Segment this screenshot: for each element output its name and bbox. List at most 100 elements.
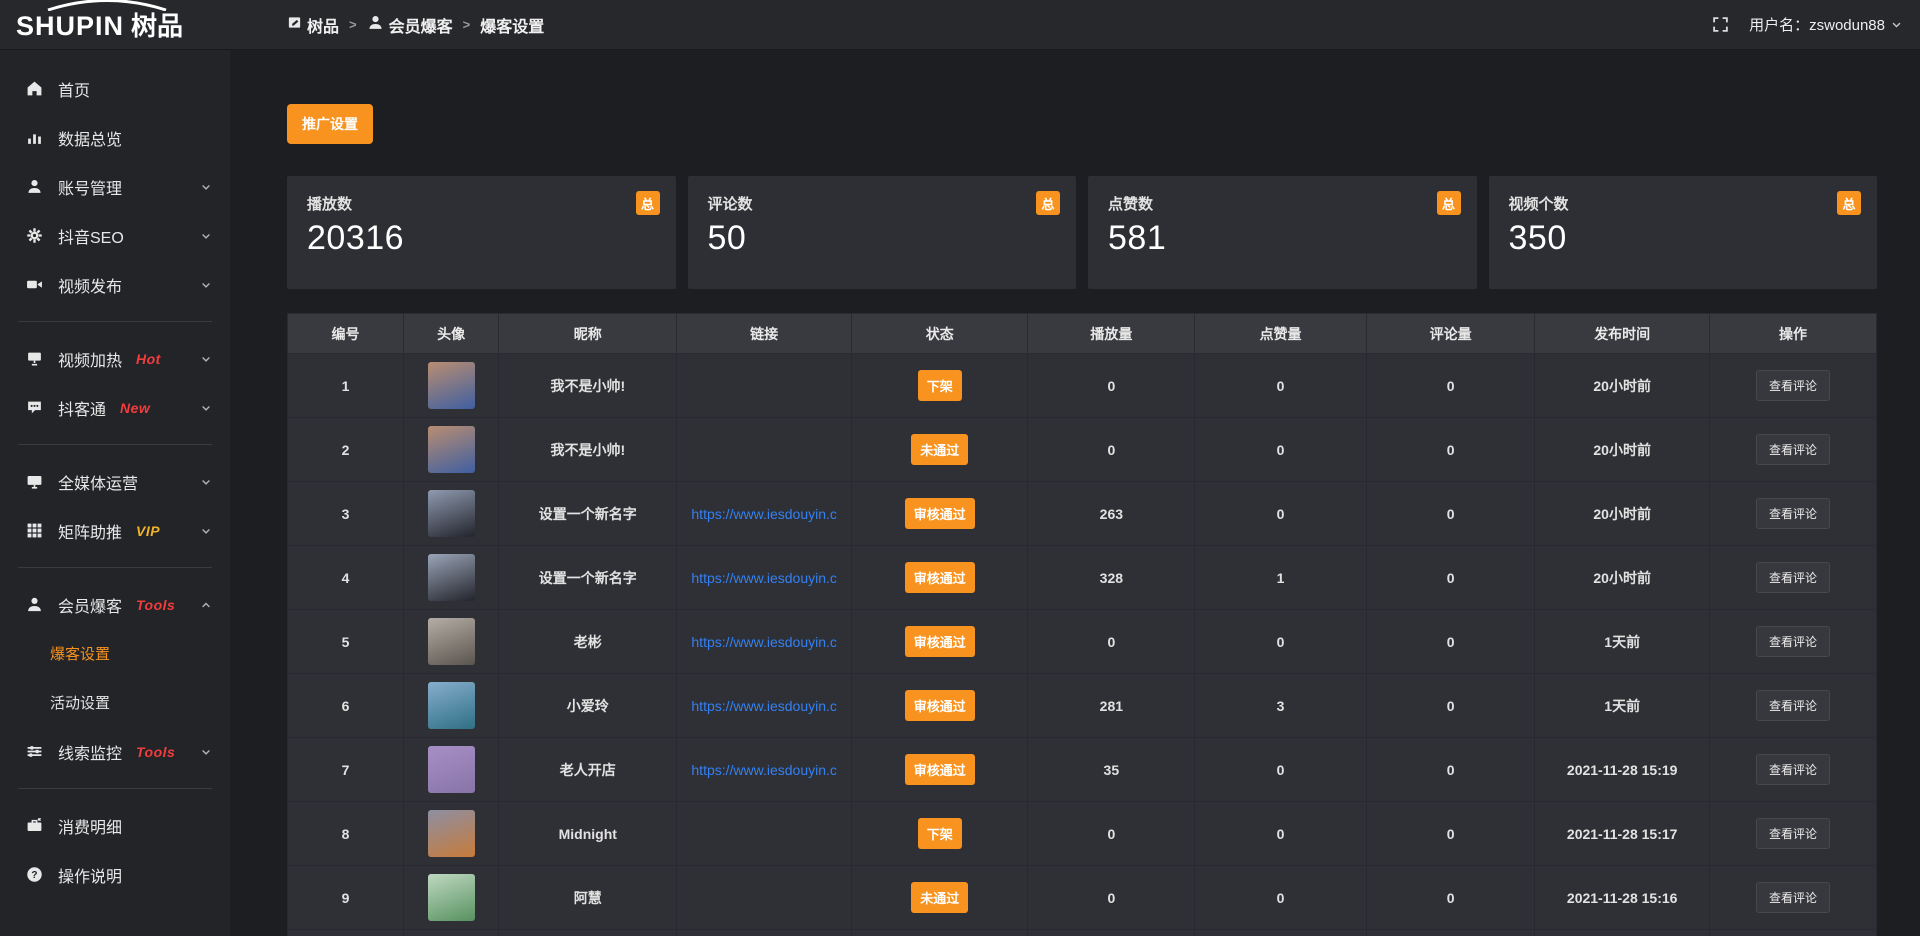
view-comments-button[interactable]: 查看评论: [1756, 818, 1830, 849]
video-link[interactable]: https://www.iesdouyin.c: [691, 570, 837, 586]
sidebar-item-clue-monitor[interactable]: 线索监控Tools: [0, 727, 230, 776]
video-link[interactable]: https://www.iesdouyin.c: [691, 698, 837, 714]
cell-plays: 281: [1028, 674, 1195, 738]
video-link[interactable]: https://www.iesdouyin.c: [691, 634, 837, 650]
cell-nickname: 我不是小帅!: [499, 418, 677, 482]
cell-nickname: Midnight: [499, 802, 677, 866]
chevron-down-icon: [200, 353, 212, 365]
sidebar-item-label: 数据总览: [58, 126, 122, 150]
cell-status: 下架: [852, 354, 1028, 418]
promo-settings-button[interactable]: 推广设置: [287, 104, 373, 144]
user-menu[interactable]: 用户名：zswodun88: [1749, 14, 1902, 35]
sidebar-item-tag: VIP: [136, 523, 160, 539]
sidebar-subitem-activity-setting[interactable]: 活动设置: [0, 678, 230, 727]
home-icon: [26, 80, 43, 97]
view-comments-button[interactable]: 查看评论: [1756, 498, 1830, 529]
status-badge[interactable]: 未通过: [911, 434, 968, 465]
table-column-header: 操作: [1710, 314, 1877, 354]
sidebar-item-matrix-boost[interactable]: 矩阵助推VIP: [0, 506, 230, 555]
sidebar-item-tag: Tools: [136, 597, 175, 613]
table-row: 7 老人开店 https://www.iesdouyin.c 审核通过 35 0…: [288, 738, 1877, 802]
cell-status: 审核通过: [852, 738, 1028, 802]
sidebar-subitem-baoke-setting[interactable]: 爆客设置: [0, 629, 230, 678]
sidebar-item-video-heat[interactable]: 视频加热Hot: [0, 334, 230, 383]
sidebar-item-video-publish[interactable]: 视频发布: [0, 260, 230, 309]
breadcrumb-item[interactable]: 树品: [287, 13, 339, 37]
breadcrumb-label: 会员爆客: [389, 13, 453, 37]
avatar[interactable]: [428, 554, 475, 601]
breadcrumb-item[interactable]: 爆客设置: [480, 13, 544, 37]
sidebar-item-home[interactable]: 首页: [0, 64, 230, 113]
view-comments-button[interactable]: 查看评论: [1756, 690, 1830, 721]
cell-id: 4: [288, 546, 404, 610]
table-column-header: 状态: [852, 314, 1028, 354]
sidebar-item-douyin-seo[interactable]: 抖音SEO: [0, 211, 230, 260]
topbar: SHUPIN 树品 树品>会员爆客>爆客设置 用户名：zswodun88: [0, 0, 1920, 50]
table-row: 3 设置一个新名字 https://www.iesdouyin.c 审核通过 2…: [288, 482, 1877, 546]
avatar[interactable]: [428, 810, 475, 857]
view-comments-button[interactable]: 查看评论: [1756, 370, 1830, 401]
status-badge[interactable]: 下架: [918, 370, 962, 401]
cell-action: 查看评论: [1710, 802, 1877, 866]
cell-link: [677, 418, 852, 482]
status-badge[interactable]: 审核通过: [905, 754, 975, 785]
cell-status: 审核通过: [852, 610, 1028, 674]
cell-link: https://www.iesdouyin.c: [677, 482, 852, 546]
fullscreen-icon[interactable]: [1712, 16, 1729, 33]
view-comments-button[interactable]: 查看评论: [1756, 754, 1830, 785]
avatar[interactable]: [428, 874, 475, 921]
sidebar-item-label: 全媒体运营: [58, 470, 138, 494]
status-badge[interactable]: 审核通过: [905, 626, 975, 657]
cell-status: 审核通过: [852, 674, 1028, 738]
cell-comments: 0: [1366, 546, 1534, 610]
avatar[interactable]: [428, 682, 475, 729]
view-comments-button[interactable]: 查看评论: [1756, 626, 1830, 657]
sliders-icon: [26, 743, 43, 760]
video-link[interactable]: https://www.iesdouyin.c: [691, 762, 837, 778]
cell-likes: 0: [1195, 802, 1367, 866]
cell-status: 审核通过: [852, 482, 1028, 546]
cell-id: 6: [288, 674, 404, 738]
status-badge[interactable]: 下架: [918, 818, 962, 849]
avatar[interactable]: [428, 362, 475, 409]
sidebar-item-douketong[interactable]: 抖客通New: [0, 383, 230, 432]
sidebar-item-data-overview[interactable]: 数据总览: [0, 113, 230, 162]
cell-id: 1: [288, 354, 404, 418]
stat-card: 视频个数 350 总: [1489, 176, 1878, 289]
sidebar-item-member-baoke[interactable]: 会员爆客Tools: [0, 580, 230, 629]
grid-icon: [26, 522, 43, 539]
sidebar-item-label: 抖音SEO: [58, 224, 124, 248]
cell-id: 2: [288, 418, 404, 482]
cell-id: 3: [288, 482, 404, 546]
sidebar-item-account-manage[interactable]: 账号管理: [0, 162, 230, 211]
sidebar-item-operation-guide[interactable]: ?操作说明: [0, 850, 230, 899]
sidebar-item-label: 账号管理: [58, 175, 122, 199]
view-comments-button[interactable]: 查看评论: [1756, 434, 1830, 465]
total-badge: 总: [636, 191, 660, 215]
sidebar-item-consume-detail[interactable]: 消费明细: [0, 801, 230, 850]
total-badge: 总: [1437, 191, 1461, 215]
status-badge[interactable]: 审核通过: [905, 498, 975, 529]
cell-plays: 0: [1028, 610, 1195, 674]
view-comments-button[interactable]: 查看评论: [1756, 562, 1830, 593]
avatar[interactable]: [428, 426, 475, 473]
doc-icon: [287, 15, 302, 35]
video-link[interactable]: https://www.iesdouyin.c: [691, 506, 837, 522]
sidebar-item-all-media[interactable]: 全媒体运营: [0, 457, 230, 506]
stat-card: 播放数 20316 总: [287, 176, 676, 289]
app-logo[interactable]: SHUPIN 树品: [0, 6, 230, 43]
status-badge[interactable]: 审核通过: [905, 690, 975, 721]
breadcrumb-item[interactable]: 会员爆客: [367, 13, 453, 37]
status-badge[interactable]: 未通过: [911, 882, 968, 913]
avatar[interactable]: [428, 746, 475, 793]
avatar[interactable]: [428, 490, 475, 537]
cell-action: [1710, 930, 1877, 936]
stat-cards: 播放数 20316 总 评论数 50 总 点赞数 581 总 视频个数 350 …: [287, 176, 1877, 289]
cell-time: 2021-11-28 15:17: [1535, 802, 1710, 866]
cell-id: 9: [288, 866, 404, 930]
avatar[interactable]: [428, 618, 475, 665]
status-badge[interactable]: 审核通过: [905, 562, 975, 593]
cell-time: 20小时前: [1535, 418, 1710, 482]
view-comments-button[interactable]: 查看评论: [1756, 882, 1830, 913]
sidebar-item-label: 抖客通: [58, 396, 106, 420]
